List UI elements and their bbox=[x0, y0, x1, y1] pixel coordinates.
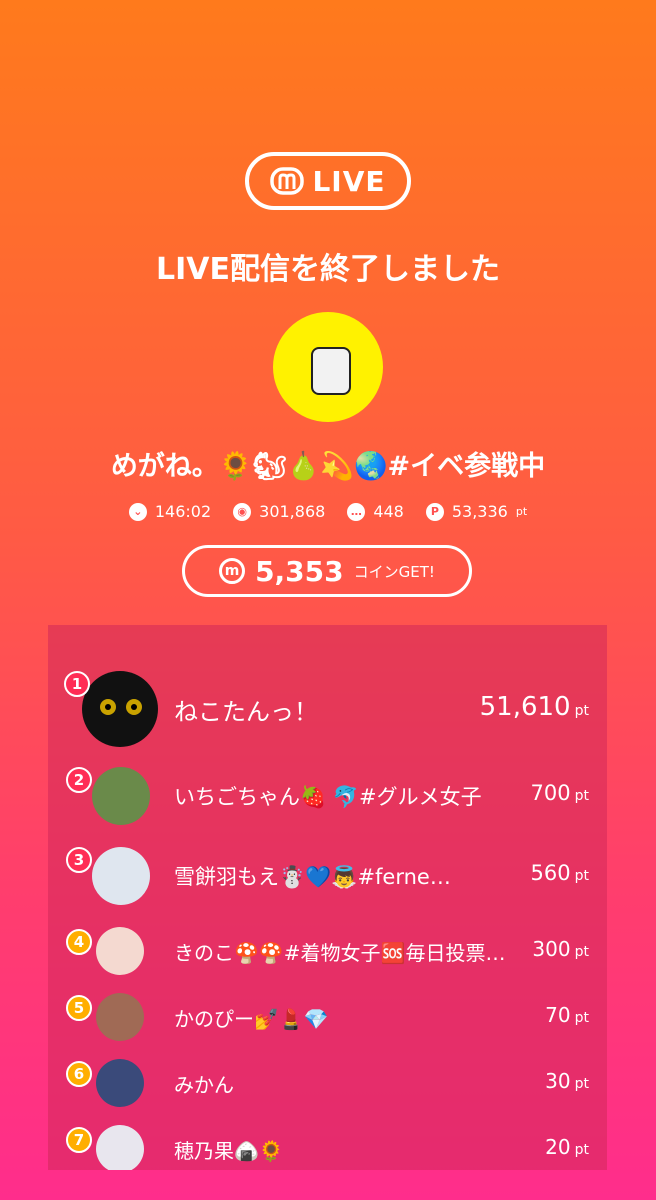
rank-badge: 1 bbox=[64, 671, 90, 697]
coin-get-badge: m 5,353 コインGET! bbox=[182, 545, 472, 597]
ranking-row[interactable]: 3 雪餅羽もえ☃️💙👼#ferne… 560 pt bbox=[48, 847, 607, 905]
ranking-list: 1 ねこたんっ！ 51,610 pt 2 いちごちゃん🍓 🐬#グルメ女子 700 pt 3 雪餅羽… bbox=[48, 625, 607, 1170]
duration-stat: ⌄ 146:02 bbox=[128, 502, 212, 521]
rank-badge: 6 bbox=[66, 1061, 92, 1087]
ranking-points-value: 560 bbox=[530, 861, 571, 886]
views-stat: ◉ 301,868 bbox=[233, 502, 325, 521]
ranking-points-unit: pt bbox=[574, 788, 589, 805]
ranking-avatar[interactable] bbox=[96, 993, 144, 1041]
page-title: LIVE配信を終了しました bbox=[156, 252, 500, 287]
ranking-name: みかん bbox=[174, 1073, 234, 1097]
ranking-points-value: 700 bbox=[530, 781, 571, 806]
ranking-points-value: 70 bbox=[545, 1003, 571, 1027]
ranking-points: 70 pt bbox=[545, 1003, 589, 1027]
ranking-points: 30 pt bbox=[545, 1069, 589, 1093]
rank-badge: 7 bbox=[66, 1127, 92, 1153]
ranking-points-unit: pt bbox=[574, 1076, 589, 1092]
rank-badge: 5 bbox=[66, 995, 92, 1021]
points-value: 53,336 bbox=[451, 502, 508, 521]
coin-value: 5,353 bbox=[255, 554, 344, 588]
ranking-points: 51,610 pt bbox=[480, 692, 589, 722]
comments-stat: … 448 bbox=[347, 502, 404, 521]
ranking-points-unit: pt bbox=[574, 1010, 589, 1026]
ranking-name: 穂乃果🍙🌻 bbox=[174, 1139, 284, 1163]
stats-bar: ⌄ 146:02 ◉ 301,868 … 448 P 53,336 pt bbox=[0, 502, 656, 521]
ranking-points: 20 pt bbox=[545, 1135, 589, 1159]
streamer-avatar bbox=[273, 312, 383, 422]
rank-badge: 4 bbox=[66, 929, 92, 955]
ranking-points-unit: pt bbox=[574, 944, 589, 960]
ranking-row[interactable]: 2 いちごちゃん🍓 🐬#グルメ女子 700 pt bbox=[48, 767, 607, 825]
ranking-row[interactable]: 5 かのぴー💅💄💎 70 pt bbox=[48, 993, 607, 1041]
ranking-row[interactable]: 4 きのこ🍄🍄#着物女子🆘毎日投票… 300 pt bbox=[48, 927, 607, 975]
ranking-avatar[interactable] bbox=[96, 927, 144, 975]
duration-icon: ⌄ bbox=[128, 502, 147, 521]
ranking-points: 300 pt bbox=[532, 937, 589, 961]
ranking-row[interactable]: 6 みかん 30 pt bbox=[48, 1059, 607, 1107]
coin-suffix: コインGET! bbox=[353, 562, 435, 581]
ranking-points: 560 pt bbox=[531, 861, 589, 885]
ranking-name: きのこ🍄🍄#着物女子🆘毎日投票… bbox=[174, 941, 506, 965]
rank-badge: 3 bbox=[66, 847, 92, 873]
ranking-points: 700 pt bbox=[531, 781, 589, 805]
ranking-name: かのぴー💅💄💎 bbox=[174, 1007, 329, 1031]
points-stat: P 53,336 pt bbox=[425, 502, 528, 521]
ranking-points-value: 300 bbox=[532, 937, 571, 961]
ranking-row[interactable]: 1 ねこたんっ！ 51,610 pt bbox=[48, 671, 607, 747]
views-icon: ◉ bbox=[233, 502, 252, 521]
points-icon: P bbox=[425, 502, 444, 521]
comment-icon: … bbox=[347, 502, 366, 521]
points-unit: pt bbox=[515, 505, 528, 518]
ranking-points-value: 30 bbox=[545, 1069, 571, 1093]
ranking-row[interactable]: 7 穂乃果🍙🌻 20 pt bbox=[48, 1125, 607, 1170]
ranking-avatar[interactable] bbox=[96, 1059, 144, 1107]
ranking-points-unit: pt bbox=[574, 703, 589, 720]
ranking-name: ねこたんっ！ bbox=[174, 698, 318, 727]
streamer-name: めがね。🌻🐿🍐💫🌏#イベ参戦中 bbox=[110, 451, 546, 482]
ranking-name: 雪餅羽もえ☃️💙👼#ferne… bbox=[174, 865, 451, 890]
m-logo-icon bbox=[270, 167, 305, 195]
ranking-points-unit: pt bbox=[574, 868, 589, 885]
mlive-logo: LIVE bbox=[245, 152, 411, 210]
ranking-points-value: 51,610 bbox=[479, 692, 571, 723]
comments-value: 448 bbox=[373, 502, 404, 521]
duration-value: 146:02 bbox=[154, 502, 212, 521]
ranking-avatar[interactable] bbox=[82, 671, 158, 747]
ranking-avatar[interactable] bbox=[96, 1125, 144, 1170]
rank-badge: 2 bbox=[66, 767, 92, 793]
coin-icon: m bbox=[219, 558, 246, 584]
views-value: 301,868 bbox=[259, 502, 326, 521]
logo-text: LIVE bbox=[312, 164, 386, 198]
ranking-avatar[interactable] bbox=[92, 847, 150, 905]
ranking-avatar[interactable] bbox=[92, 767, 150, 825]
ranking-points-value: 20 bbox=[545, 1135, 571, 1159]
ranking-points-unit: pt bbox=[574, 1142, 589, 1158]
ranking-name: いちごちゃん🍓 🐬#グルメ女子 bbox=[174, 785, 482, 810]
